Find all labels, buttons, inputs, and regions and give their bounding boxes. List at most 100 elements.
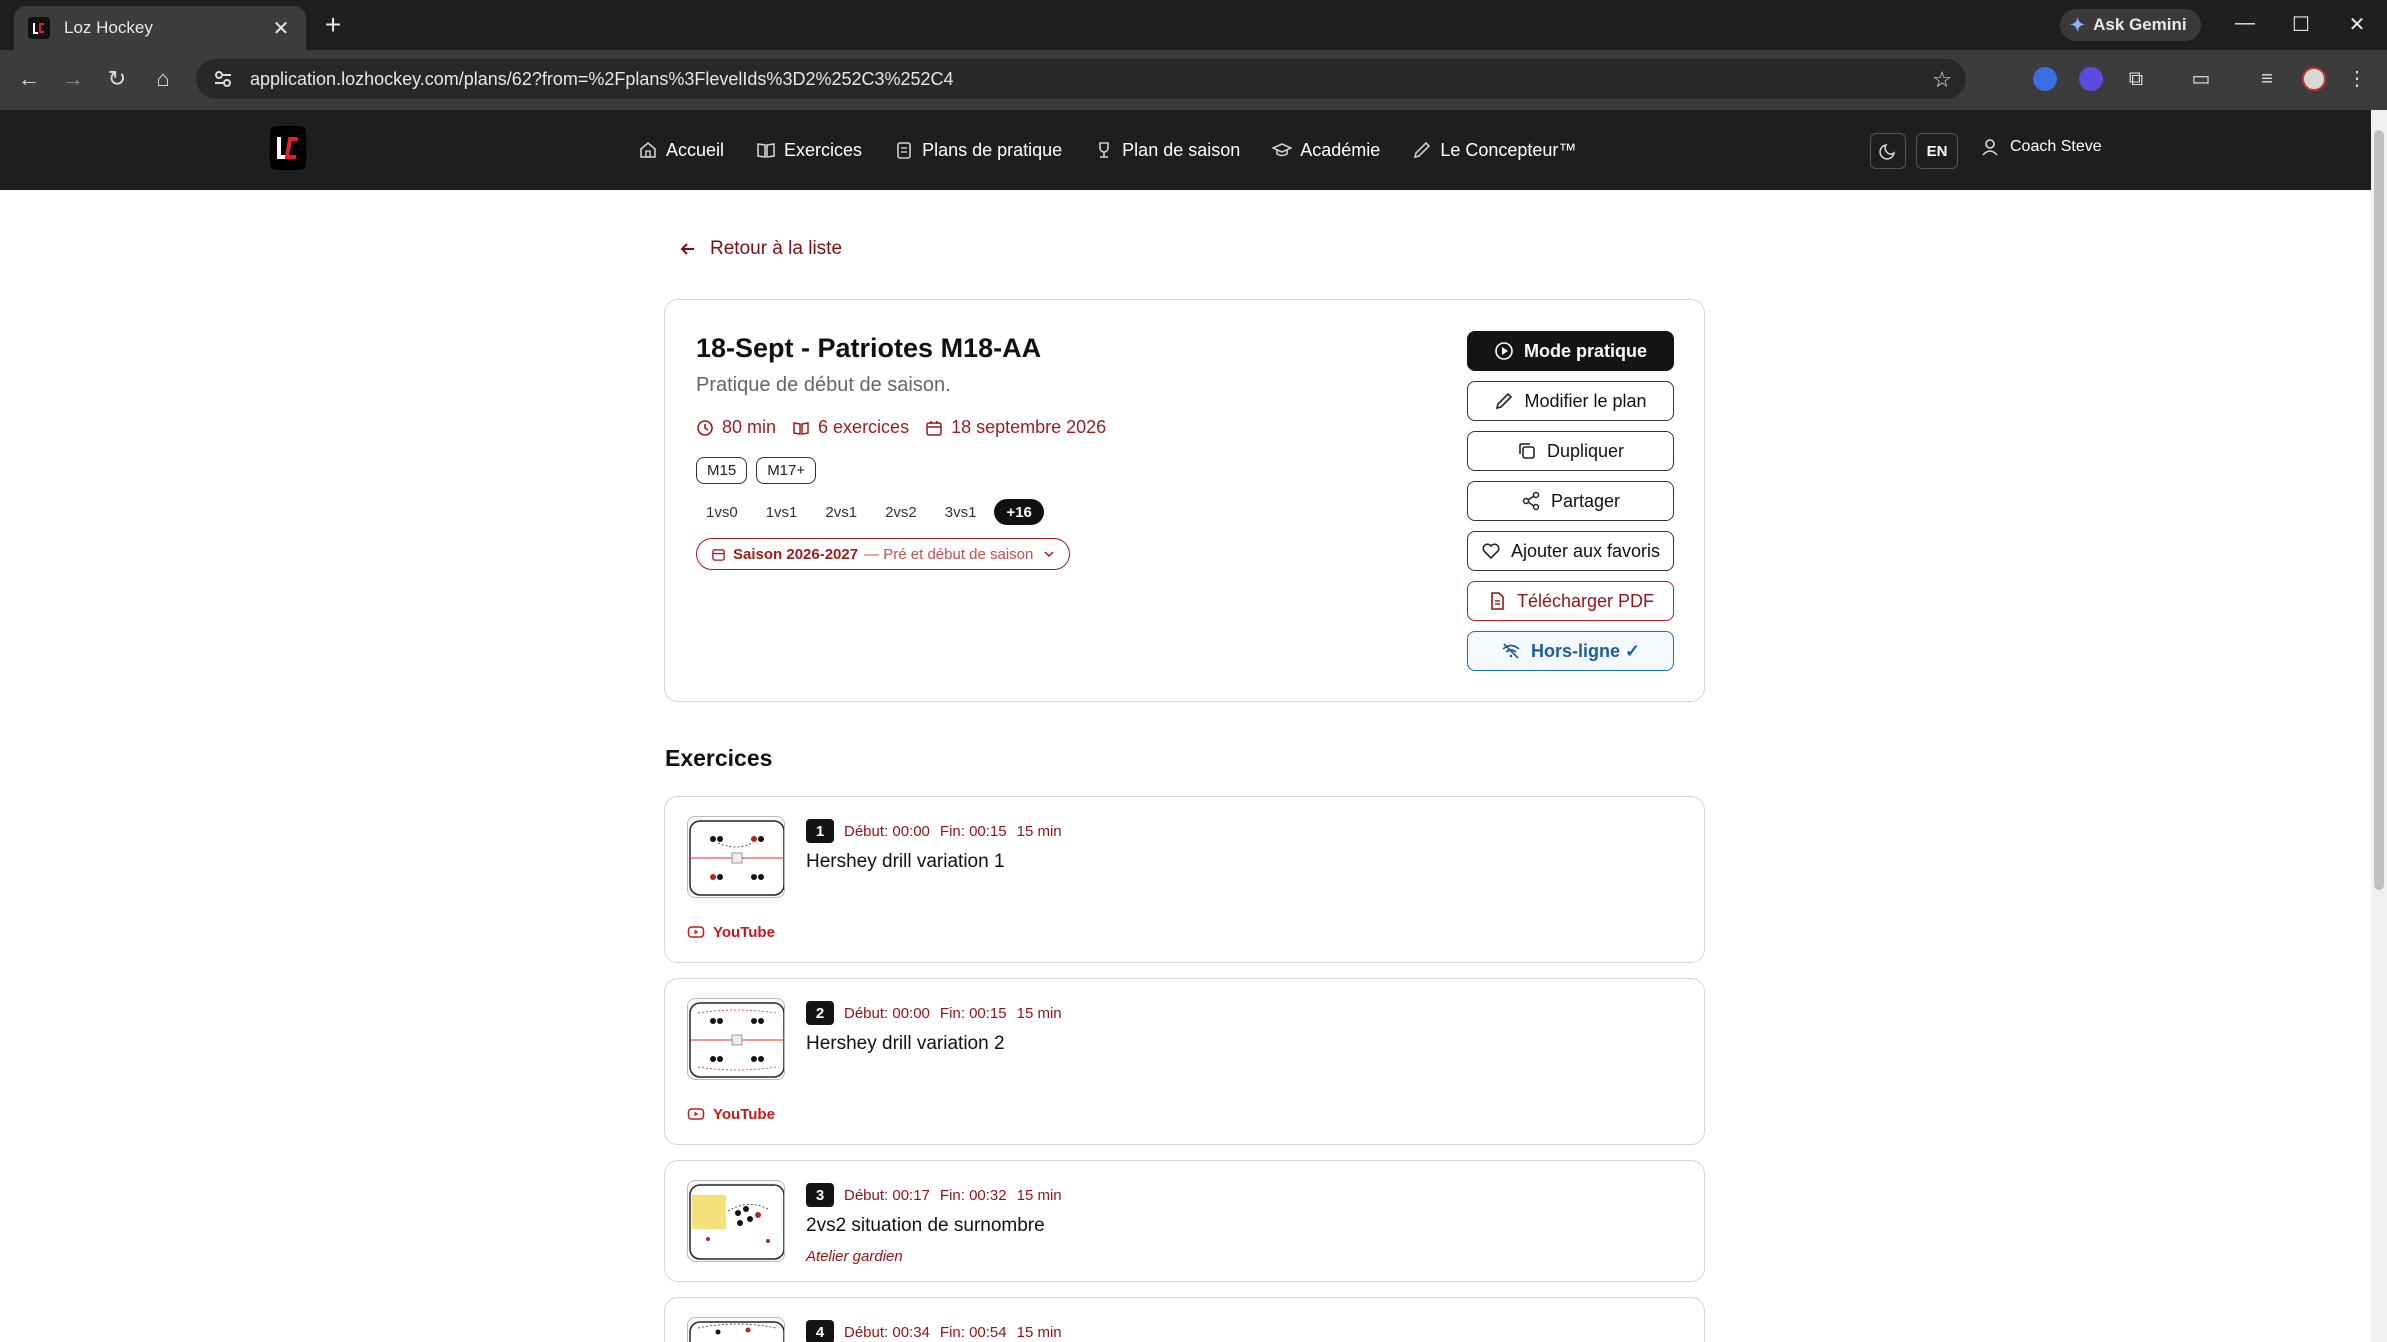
drill-meta: 3 Début: 00:17 Fin: 00:32 15 min — [806, 1183, 1062, 1207]
browser-menu-icon[interactable]: ⋮ — [2344, 66, 2370, 92]
forward-arrow-icon[interactable]: → — [56, 62, 90, 96]
graduation-cap-icon — [1272, 143, 1293, 157]
youtube-link[interactable]: YouTube — [687, 923, 775, 941]
tab-search-icon[interactable]: ▭ — [2188, 66, 2214, 92]
nav-academie[interactable]: Académie — [1272, 140, 1380, 161]
file-text-icon — [1491, 592, 1504, 610]
nav-plan-de-saison[interactable]: Plan de saison — [1094, 140, 1240, 161]
offline-button[interactable]: Hors-ligne ✓ — [1467, 631, 1674, 671]
plan-meta: 80 min 6 exercices 18 septembre 2026 — [696, 417, 1106, 438]
copy-icon — [1519, 443, 1535, 459]
nav-label: Académie — [1300, 139, 1381, 160]
minimize-icon[interactable]: — — [2232, 12, 2258, 35]
nav-label: Accueil — [666, 139, 725, 160]
exercise-count-text: 6 exercices — [818, 417, 910, 437]
drill-duration: 15 min — [1016, 1186, 1062, 1204]
drill-subtitle: Atelier gardien — [806, 1248, 903, 1265]
duplicate-button[interactable]: Dupliquer — [1467, 431, 1674, 471]
language-toggle-button[interactable]: EN — [1916, 133, 1958, 169]
site-settings-icon[interactable] — [212, 68, 234, 90]
share-button[interactable]: Partager — [1467, 481, 1674, 521]
drill-card[interactable]: 1 Début: 00:00 Fin: 00:15 15 min Hershey… — [664, 796, 1705, 963]
more-tags-badge[interactable]: +16 — [994, 499, 1044, 525]
book-icon — [757, 143, 775, 158]
drill-meta: 2 Début: 00:00 Fin: 00:15 15 min — [806, 1001, 1062, 1025]
drill-number: 2 — [806, 1001, 834, 1025]
drill-card[interactable]: 3 Début: 00:17 Fin: 00:32 15 min 2vs2 si… — [664, 1160, 1705, 1282]
wifi-off-icon — [1502, 643, 1520, 659]
youtube-icon — [687, 1108, 705, 1120]
bookmark-star-icon[interactable]: ☆ — [1932, 67, 1952, 93]
drill-number: 1 — [806, 819, 834, 843]
share-icon — [1522, 491, 1540, 511]
nav-le-concepteur[interactable]: Le Concepteur™ — [1412, 140, 1576, 161]
trophy-icon — [1099, 142, 1109, 158]
reload-icon[interactable]: ↻ — [100, 62, 134, 96]
plan-exercise-count: 6 exercices — [792, 417, 909, 438]
drill-card[interactable]: 2 Début: 00:00 Fin: 00:15 15 min Hershey… — [664, 978, 1705, 1145]
exercises-heading: Exercices — [665, 745, 773, 771]
back-arrow-icon[interactable]: ← — [12, 62, 46, 96]
gemini-sparkle-icon: ✦ — [2070, 14, 2086, 35]
season-dropdown[interactable]: Saison 2026-2027 — Pré et début de saiso… — [696, 538, 1071, 570]
tag: 3vs1 — [944, 503, 977, 521]
address-bar[interactable]: application.lozhockey.com/plans/62?from=… — [196, 59, 1966, 99]
add-favorite-label: Ajouter aux favoris — [1510, 540, 1661, 561]
drill-title[interactable]: 2vs2 situation de surnombre — [806, 1215, 1045, 1237]
user-menu[interactable]: Coach Steve — [1980, 137, 2102, 157]
download-pdf-button[interactable]: Télécharger PDF — [1467, 581, 1674, 621]
home-browser-icon[interactable]: ⌂ — [146, 62, 180, 96]
plan-summary-card: 18-Sept - Patriotes M18-AA Pratique de d… — [664, 299, 1705, 702]
calendar-icon — [712, 548, 725, 561]
season-phase: — Pré et début de saison — [864, 545, 1034, 563]
drill-start: Début: 00:00 — [844, 822, 930, 840]
nav-exercices[interactable]: Exercices — [756, 140, 862, 161]
back-to-list-link[interactable]: Retour à la liste — [678, 238, 842, 260]
edit-plan-button[interactable]: Modifier le plan — [1467, 381, 1674, 421]
practice-mode-button[interactable]: Mode pratique — [1467, 331, 1674, 371]
drill-diagram-thumbnail[interactable] — [687, 1317, 785, 1342]
nav-plans-de-pratique[interactable]: Plans de pratique — [894, 140, 1062, 161]
new-tab-button[interactable]: + — [318, 10, 348, 40]
url-text: application.lozhockey.com/plans/62?from=… — [250, 68, 954, 89]
close-tab-icon[interactable]: ✕ — [270, 16, 292, 41]
drill-diagram-thumbnail[interactable] — [687, 816, 785, 898]
drill-diagram-thumbnail[interactable] — [687, 998, 785, 1080]
drill-start: Début: 00:00 — [844, 1004, 930, 1022]
loz-hockey-logo[interactable] — [270, 126, 306, 170]
drill-card[interactable]: 4 Début: 00:34 Fin: 00:54 15 min — [664, 1297, 1705, 1342]
level-badges: M15 M17+ — [696, 457, 817, 484]
download-pdf-label: Télécharger PDF — [1516, 590, 1655, 611]
theme-toggle-button[interactable] — [1870, 133, 1906, 169]
browser-tab[interactable]: Loz Hockey ✕ — [14, 6, 306, 50]
page-scrollbar[interactable] — [2371, 110, 2387, 1342]
drill-meta: 1 Début: 00:00 Fin: 00:15 15 min — [806, 819, 1062, 843]
drill-end: Fin: 00:15 — [939, 1004, 1007, 1022]
media-controls-icon[interactable]: ≡ — [2254, 66, 2280, 92]
add-favorite-button[interactable]: Ajouter aux favoris — [1467, 531, 1674, 571]
youtube-label: YouTube — [713, 923, 775, 941]
ask-gemini-label: Ask Gemini — [2093, 15, 2187, 34]
drill-title[interactable]: Hershey drill variation 2 — [806, 1033, 1005, 1055]
close-window-icon[interactable]: ✕ — [2344, 12, 2370, 37]
nav-label: Plan de saison — [1122, 139, 1241, 160]
user-name: Coach Steve — [2010, 138, 2102, 155]
nav-accueil[interactable]: Accueil — [638, 140, 724, 161]
practice-mode-label: Mode pratique — [1523, 340, 1647, 361]
ask-gemini-button[interactable]: ✦ Ask Gemini — [2060, 9, 2201, 41]
extension-icon[interactable] — [2079, 67, 2103, 91]
home-icon — [640, 141, 656, 158]
plan-title: 18-Sept - Patriotes M18-AA — [696, 333, 1042, 363]
maximize-icon[interactable]: ☐ — [2288, 12, 2314, 37]
scrollbar-thumb[interactable] — [2374, 130, 2384, 890]
duration-text: 80 min — [722, 417, 777, 437]
profile-avatar[interactable] — [2302, 67, 2326, 91]
extension-icon[interactable] — [2033, 67, 2057, 91]
tag-list: 1vs0 1vs1 2vs1 2vs2 3vs1 +16 — [696, 499, 1044, 525]
chevron-down-icon — [1044, 551, 1054, 558]
drill-diagram-thumbnail[interactable] — [687, 1180, 785, 1262]
youtube-link[interactable]: YouTube — [687, 1105, 775, 1123]
extensions-puzzle-icon[interactable]: ⧉ — [2123, 66, 2149, 92]
drill-title[interactable]: Hershey drill variation 1 — [806, 851, 1005, 873]
offline-label: Hors-ligne ✓ — [1530, 640, 1641, 661]
